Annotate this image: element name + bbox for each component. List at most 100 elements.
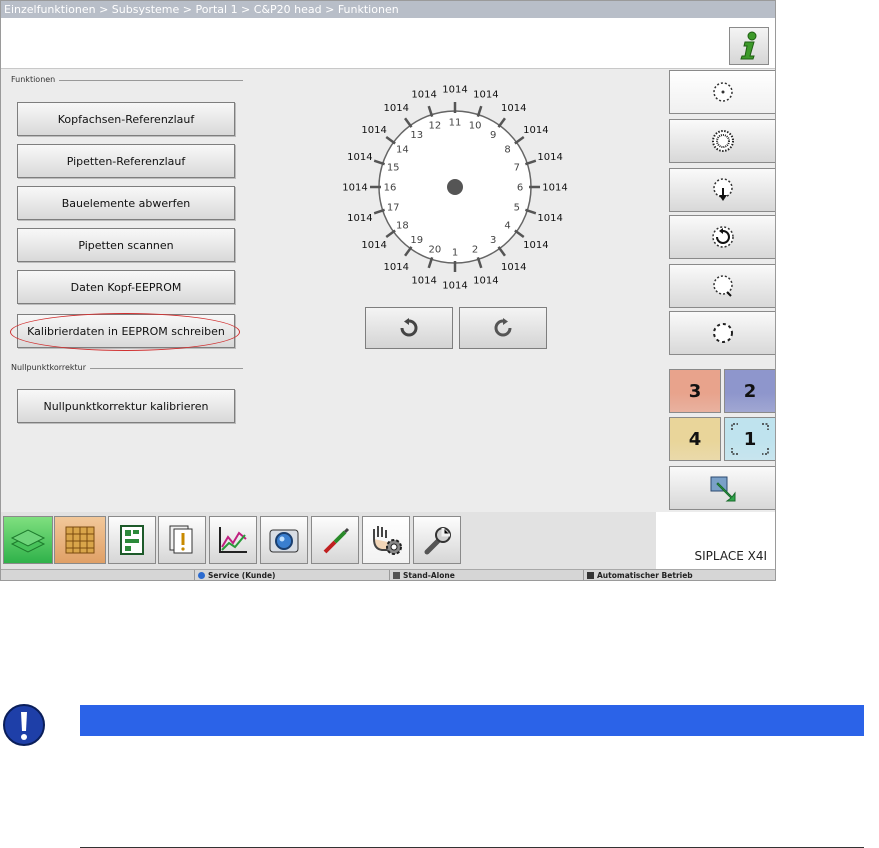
- dial-tick: [514, 136, 525, 145]
- rotate-counterclockwise-button[interactable]: [365, 307, 453, 349]
- dial-segment-number: 11: [449, 118, 462, 129]
- dial-segment-value: 1014: [523, 240, 548, 251]
- portal-2-button[interactable]: 2: [724, 369, 775, 413]
- portal-1-label: 1: [743, 428, 757, 450]
- task-vision-button[interactable]: [260, 516, 308, 564]
- status-user: Service (Kunde): [194, 570, 389, 580]
- view-rotation-button[interactable]: [669, 215, 775, 259]
- production-board-icon: [10, 529, 46, 553]
- zero-section-label: Nullpunktkorrektur: [11, 363, 91, 372]
- circuit-board-icon: [120, 525, 144, 555]
- view-pipette-down-button[interactable]: [669, 168, 775, 212]
- portal-1-button[interactable]: 1: [724, 417, 775, 461]
- dial-segment-value: 1014: [537, 213, 562, 224]
- bauelemente-abwerfen-button[interactable]: Bauelemente abwerfen: [17, 186, 235, 220]
- dial-segment-number: 13: [410, 130, 423, 141]
- nullpunktkorrektur-kalibrieren-button[interactable]: Nullpunktkorrektur kalibrieren: [17, 389, 235, 423]
- dial-tick: [497, 117, 506, 128]
- dial-segment-value: 1014: [501, 103, 526, 114]
- functions-section-label: Funktionen: [11, 75, 60, 84]
- exit-button[interactable]: [669, 466, 775, 510]
- pipette-dial-icon: [712, 82, 733, 102]
- note-header-bar: [80, 705, 864, 736]
- dial-segment-number: 12: [429, 121, 442, 132]
- dial-offset-icon: [712, 275, 733, 297]
- portal-3-button[interactable]: 3: [669, 369, 721, 413]
- dial-segment-number: 19: [410, 235, 423, 246]
- dial-segment-value: 1014: [347, 213, 372, 224]
- dial-tick: [497, 246, 506, 257]
- dial-segment-number: 8: [504, 144, 510, 155]
- dial-segment-number: 10: [469, 121, 482, 132]
- view-pipette-button[interactable]: [669, 70, 775, 114]
- view-offset-button[interactable]: [669, 264, 775, 308]
- task-settings-button[interactable]: [413, 516, 461, 564]
- dial-segment-value: 1014: [473, 276, 498, 287]
- dial-segment-number: 14: [396, 144, 409, 155]
- camera-icon: [269, 529, 299, 553]
- breadcrumb: Einzelfunktionen > Subsysteme > Portal 1…: [1, 1, 775, 18]
- hand-gear-icon: [373, 526, 402, 555]
- dial-segment-number: 3: [490, 235, 496, 246]
- dial-arrow-down-icon: [712, 178, 733, 201]
- dial-segment-value: 1014: [442, 85, 467, 96]
- dial-segment-value: 1014: [542, 183, 567, 194]
- dial-segment-value: 1014: [411, 276, 436, 287]
- dial-segment-value: 1014: [361, 240, 386, 251]
- task-production-button[interactable]: [3, 516, 53, 564]
- view-all-pipettes-button[interactable]: [669, 119, 775, 163]
- task-service-button[interactable]: [362, 516, 410, 564]
- dial-segment-value: 1014: [342, 183, 367, 194]
- machine-name: SIPLACE X4I: [656, 512, 775, 569]
- dial-segment-number: 5: [514, 203, 520, 214]
- segment-dial-icon: [712, 323, 733, 343]
- dial-segment-value: 1014: [383, 103, 408, 114]
- info-button[interactable]: [729, 27, 769, 65]
- siplace-app-window: Einzelfunktionen > Subsysteme > Portal 1…: [0, 0, 776, 581]
- machine-icon: [393, 572, 400, 579]
- dial-segment-value: 1014: [411, 89, 436, 100]
- dial-segment-value: 1014: [501, 262, 526, 273]
- kalibrierdaten-eeprom-button[interactable]: Kalibrierdaten in EEPROM schreiben: [17, 314, 235, 348]
- status-user-label: Service (Kunde): [208, 571, 276, 580]
- feeder-grid-icon: [65, 526, 95, 554]
- dial-tick: [514, 229, 525, 238]
- line-chart-icon: [219, 527, 247, 553]
- task-messages-button[interactable]: [158, 516, 206, 564]
- task-board-button[interactable]: [108, 516, 156, 564]
- status-operation: Automatischer Betrieb: [583, 570, 775, 580]
- rotate-left-icon: [400, 318, 418, 337]
- daten-kopf-eeprom-button[interactable]: Daten Kopf-EEPROM: [17, 270, 235, 304]
- dial-segment-number: 16: [384, 183, 397, 194]
- dial-segment-number: 20: [429, 244, 442, 255]
- dial-segment-number: 7: [514, 162, 520, 173]
- taskbar: SIPLACE X4I: [1, 512, 775, 569]
- star-gear-icon: [711, 130, 734, 152]
- dial-segment-value: 1014: [537, 152, 562, 163]
- dial-segment-value: 1014: [361, 125, 386, 136]
- dial-segment-number: 18: [396, 221, 409, 232]
- dial-segment-number: 9: [490, 130, 496, 141]
- dial-segment-number: 17: [387, 203, 400, 214]
- portal-4-button[interactable]: 4: [669, 417, 721, 461]
- pipetten-referenzlauf-button[interactable]: Pipetten-Referenzlauf: [17, 144, 235, 178]
- task-tools-button[interactable]: [311, 516, 359, 564]
- warning-documents-icon: [169, 525, 193, 554]
- dial-segment-value: 1014: [347, 152, 372, 163]
- status-mode: Stand-Alone: [389, 570, 583, 580]
- dial-segment-value: 1014: [523, 125, 548, 136]
- nozzle-tool-icon: [323, 527, 350, 554]
- task-statistics-button[interactable]: [209, 516, 257, 564]
- dial-segment-value: 1014: [473, 89, 498, 100]
- pipetten-scannen-button[interactable]: Pipetten scannen: [17, 228, 235, 262]
- view-segments-button[interactable]: [669, 311, 775, 355]
- dial-segment-number: 2: [472, 244, 478, 255]
- dial-segment-number: 15: [387, 162, 400, 173]
- rotate-clockwise-button[interactable]: [459, 307, 547, 349]
- status-operation-label: Automatischer Betrieb: [597, 571, 693, 580]
- dial-tick: [385, 136, 396, 145]
- kopfachsen-referenzlauf-button[interactable]: Kopfachsen-Referenzlauf: [17, 102, 235, 136]
- dial-segment-number: 6: [517, 183, 523, 194]
- task-feeder-button[interactable]: [54, 516, 106, 564]
- rotate-right-icon: [494, 318, 512, 337]
